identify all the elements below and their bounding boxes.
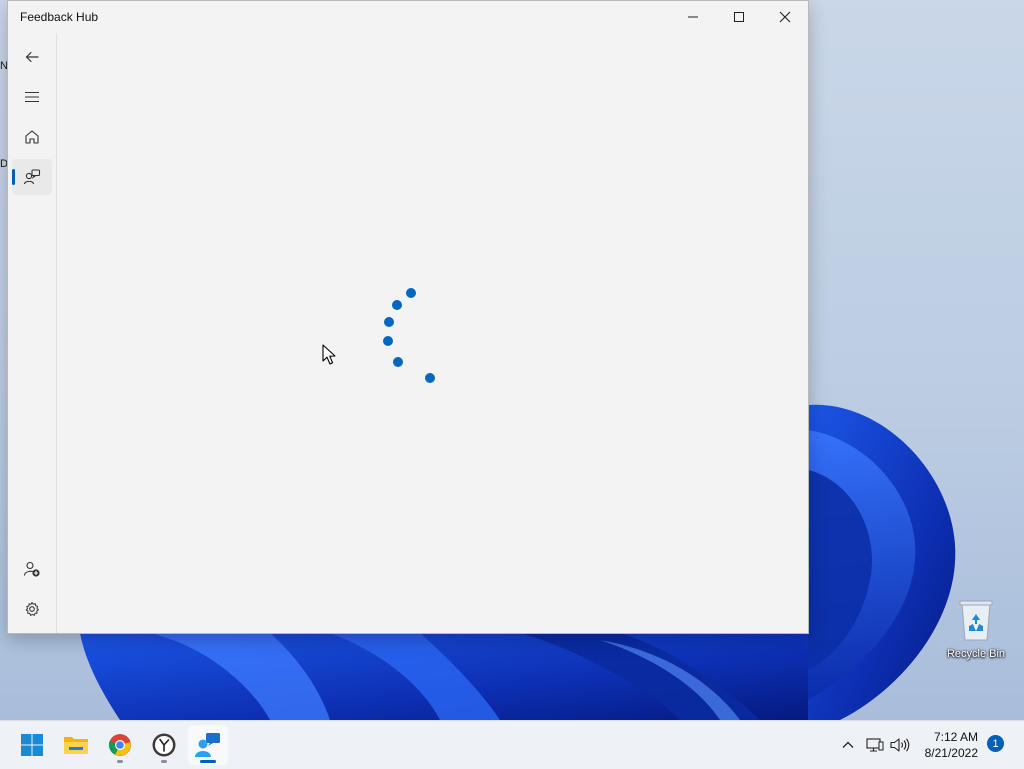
spinner-dot — [425, 373, 435, 383]
add-account-button[interactable] — [12, 551, 52, 587]
minimize-button[interactable] — [670, 1, 716, 33]
back-arrow-icon — [25, 51, 39, 63]
add-account-icon — [23, 561, 40, 577]
window-title: Feedback Hub — [20, 10, 99, 24]
loading-spinner — [383, 288, 435, 383]
spinner-dot — [393, 357, 403, 367]
clock-date: 8/21/2022 — [924, 746, 978, 760]
network-icon — [866, 738, 884, 752]
desktop-icon-edge-label[interactable]: N — [0, 60, 8, 72]
feedback-hub-icon — [195, 733, 220, 757]
volume-icon — [890, 738, 910, 752]
spinner-dot — [406, 288, 416, 298]
windows-start-icon — [21, 734, 43, 756]
network-button[interactable] — [863, 733, 887, 757]
recycle-bin-desktop-icon[interactable]: Recycle Bin — [942, 592, 1010, 672]
selection-indicator — [12, 169, 15, 185]
nav-item-feedback[interactable] — [12, 159, 52, 195]
close-button[interactable] — [762, 1, 808, 33]
clock-time: 7:12 AM — [933, 730, 978, 744]
running-indicator — [117, 760, 123, 763]
start-button[interactable] — [12, 725, 52, 765]
maximize-icon — [734, 12, 744, 22]
feedback-hub-window: Feedback Hub — [8, 1, 808, 633]
home-icon — [25, 130, 39, 144]
active-indicator — [200, 760, 216, 763]
hamburger-menu-icon — [25, 91, 39, 103]
recycle-bin-icon — [959, 600, 993, 641]
taskbar-clock-app[interactable] — [144, 725, 184, 765]
feedback-icon — [23, 169, 41, 185]
notification-badge[interactable]: 1 — [987, 735, 1004, 752]
minimize-icon — [688, 16, 698, 18]
title-bar[interactable]: Feedback Hub — [8, 1, 808, 33]
gear-icon — [25, 602, 39, 616]
menu-button[interactable] — [12, 79, 52, 115]
settings-button[interactable] — [12, 591, 52, 627]
spinner-dot — [392, 300, 402, 310]
clock-app-icon — [152, 733, 176, 757]
taskbar: 7:12 AM 8/21/2022 — [0, 720, 1024, 769]
maximize-button[interactable] — [716, 1, 762, 33]
navigation-rail — [8, 33, 57, 633]
taskbar-file-explorer[interactable] — [56, 725, 96, 765]
chrome-icon — [108, 734, 131, 756]
chevron-up-icon — [842, 741, 854, 748]
taskbar-feedback-hub[interactable] — [188, 725, 228, 765]
close-icon — [779, 11, 791, 23]
file-explorer-icon — [64, 737, 88, 754]
spinner-dot — [383, 336, 393, 346]
desktop-icon-edge-label[interactable]: D — [0, 158, 8, 170]
content-area — [57, 33, 808, 633]
running-indicator — [161, 760, 167, 763]
show-hidden-icons-button[interactable] — [836, 733, 860, 757]
volume-button[interactable] — [888, 733, 912, 757]
recycle-bin-label: Recycle Bin — [946, 648, 1006, 660]
nav-item-home[interactable] — [12, 119, 52, 155]
mouse-cursor — [322, 344, 336, 365]
system-clock[interactable]: 7:12 AM 8/21/2022 — [912, 729, 978, 761]
back-button[interactable] — [12, 39, 52, 75]
spinner-dot — [384, 317, 394, 327]
taskbar-chrome[interactable] — [100, 725, 140, 765]
